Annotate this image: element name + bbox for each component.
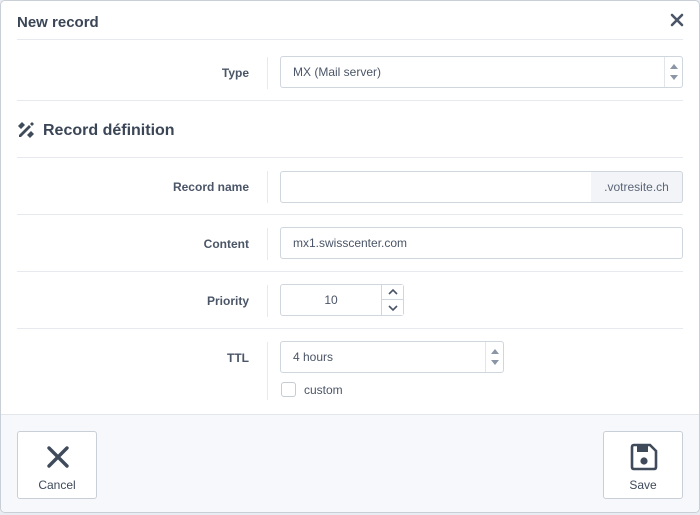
priority-value: 10 (324, 293, 338, 307)
divider (17, 100, 683, 101)
chevron-down-icon (387, 304, 398, 311)
divider (17, 157, 683, 158)
close-icon (670, 13, 684, 27)
x-icon (47, 446, 69, 468)
dialog-footer: Cancel Save (1, 414, 699, 512)
divider (17, 328, 683, 329)
divider (267, 342, 268, 400)
chevron-up-down-icon (491, 349, 499, 365)
type-select-value: MX (Mail server) (293, 65, 382, 79)
floppy-disk-icon (630, 443, 658, 471)
save-label: Save (629, 478, 657, 492)
dialog-header: New record (1, 1, 699, 41)
divider (267, 171, 268, 203)
record-name-input[interactable] (280, 171, 592, 203)
ttl-label: TTL (227, 351, 249, 365)
divider (267, 57, 268, 89)
type-label: Type (221, 66, 249, 80)
cancel-label: Cancel (38, 478, 76, 492)
pen-ruler-icon (18, 122, 34, 138)
domain-suffix: .votresite.ch (591, 171, 683, 203)
ttl-select[interactable]: 4 hours (280, 341, 504, 373)
select-arrows (485, 342, 503, 372)
type-select[interactable]: MX (Mail server) (280, 56, 683, 88)
ttl-select-value: 4 hours (293, 350, 334, 364)
record-name-label: Record name (172, 180, 249, 194)
divider (17, 271, 683, 272)
content-input[interactable]: mx1.swisscenter.com (280, 227, 683, 259)
custom-ttl-checkbox[interactable] (281, 382, 296, 397)
priority-stepper[interactable]: 10 (280, 284, 404, 316)
save-button[interactable]: Save (603, 431, 683, 499)
decrement-button[interactable] (381, 300, 403, 315)
close-button[interactable] (669, 12, 685, 28)
chevron-up-icon (387, 288, 398, 295)
dialog-title: New record (17, 14, 99, 31)
section-title: Record définition (43, 122, 175, 139)
divider (267, 285, 268, 317)
content-value: mx1.swisscenter.com (293, 236, 408, 250)
divider (17, 214, 683, 215)
divider (17, 39, 683, 40)
divider (267, 228, 268, 260)
increment-button[interactable] (381, 285, 403, 300)
content-label: Content (203, 237, 249, 251)
custom-ttl-label: custom (304, 383, 343, 397)
new-record-dialog: New record Type MX (Mail server) Record … (1, 1, 699, 512)
chevron-up-down-icon (670, 64, 678, 80)
select-arrows (664, 57, 682, 87)
priority-label: Priority (206, 294, 249, 308)
cancel-button[interactable]: Cancel (17, 431, 97, 499)
